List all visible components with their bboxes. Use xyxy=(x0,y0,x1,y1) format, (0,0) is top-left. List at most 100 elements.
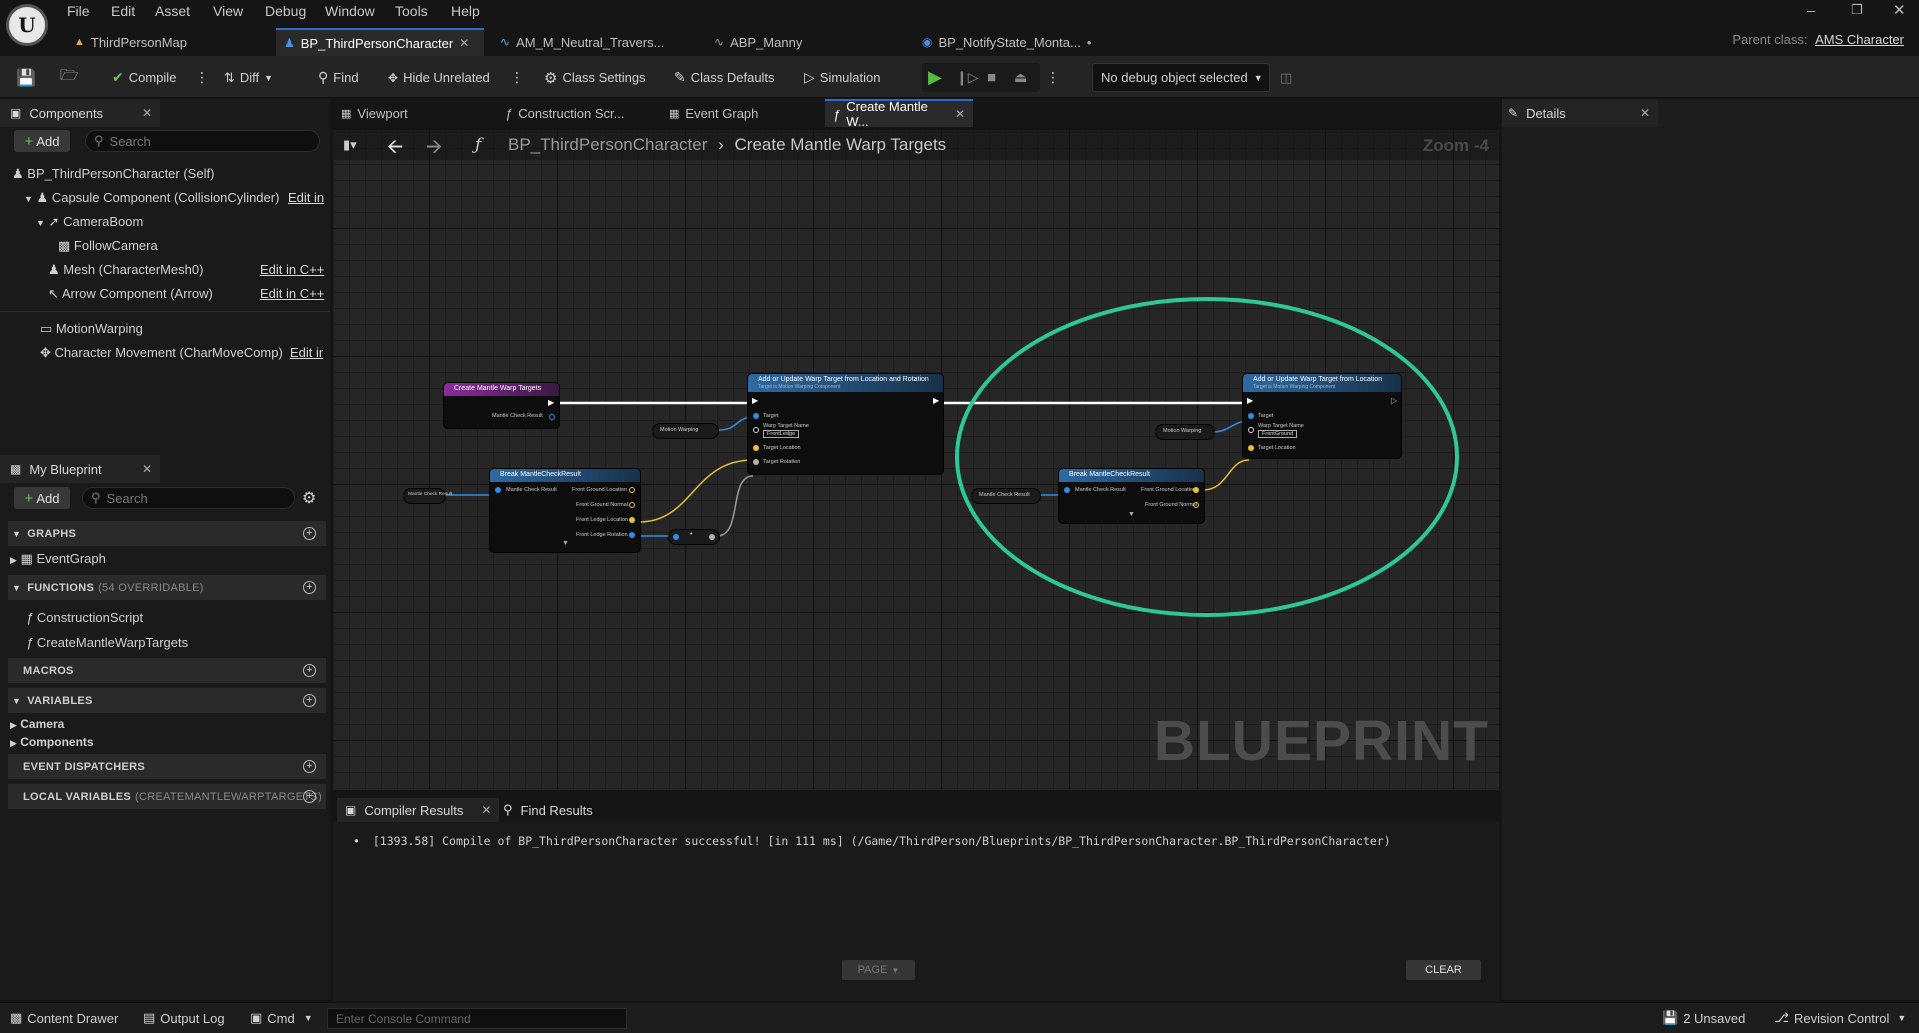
step-button[interactable]: ❙▷ xyxy=(956,65,979,90)
struct-pin[interactable] xyxy=(549,414,555,420)
add-warp-target-location-rotation-node[interactable]: Add or Update Warp Target from Location … xyxy=(748,374,943,474)
struct-in-pin[interactable] xyxy=(1064,487,1070,493)
browse-button[interactable]: 🗁 xyxy=(60,65,79,90)
mantle-check-getter[interactable]: Mantle Check Result xyxy=(972,489,1040,503)
parent-class-link[interactable]: AMS Character xyxy=(1815,32,1904,47)
find-button[interactable]: ⚲ Find xyxy=(318,65,359,90)
unreal-logo[interactable]: U xyxy=(6,4,48,46)
menu-window[interactable]: Window xyxy=(325,3,375,19)
motion-warping-getter[interactable]: Motion Warping xyxy=(1156,425,1214,439)
component-arrow[interactable]: ↖ Arrow Component (Arrow) Edit in C++ xyxy=(48,286,324,302)
diff-button[interactable]: ⇅ Diff ▼ xyxy=(224,65,273,90)
hide-unrelated-button[interactable]: ✥ Hide Unrelated xyxy=(388,65,490,90)
menu-asset[interactable]: Asset xyxy=(155,3,190,19)
my-blueprint-tab[interactable]: ▩ My Blueprint ✕ xyxy=(0,455,160,483)
play-options-icon[interactable]: ⋮ xyxy=(1046,65,1060,90)
component-charmove[interactable]: ✥ Character Movement (CharMoveComp) Edit … xyxy=(40,345,323,361)
function-entry-node[interactable]: Create Mantle Warp Targets Mantle Check … xyxy=(444,383,559,428)
component-capsule[interactable]: ▼ ♟ Capsule Component (CollisionCylinder… xyxy=(24,190,324,206)
eject-button[interactable]: ⏏ xyxy=(1014,65,1027,90)
target-location-pin[interactable] xyxy=(753,445,759,451)
simulation-button[interactable]: ▷ Simulation xyxy=(804,65,880,90)
cmd-dropdown[interactable]: ▣ Cmd ▼ xyxy=(250,1010,313,1026)
tab-am-m-neutral[interactable]: ∿ AM_M_Neutral_Travers... xyxy=(492,28,672,56)
close-details-icon[interactable]: ✕ xyxy=(1640,106,1650,120)
add-variable-icon[interactable]: + xyxy=(303,694,316,707)
class-defaults-button[interactable]: ✎ Class Defaults xyxy=(674,65,775,90)
target-location-pin[interactable] xyxy=(1248,445,1254,451)
output-log-button[interactable]: ▤ Output Log xyxy=(143,1010,225,1026)
component-mesh[interactable]: ♟ Mesh (CharacterMesh0) Edit in C++ xyxy=(48,262,324,278)
exec-in-pin[interactable]: ▶ xyxy=(752,396,758,405)
console-command-input[interactable]: Enter Console Command xyxy=(327,1008,627,1029)
class-settings-button[interactable]: ⚙ Class Settings xyxy=(544,65,646,90)
conversion-in-pin[interactable] xyxy=(673,534,679,540)
clear-button[interactable]: CLEAR xyxy=(1406,960,1481,980)
tab-thirdpersonmap[interactable]: ▲ ThirdPersonMap xyxy=(66,28,195,56)
exec-out-pin[interactable]: ▷ xyxy=(1391,396,1397,405)
add-graph-icon[interactable]: + xyxy=(303,527,316,540)
exec-in-pin[interactable]: ▶ xyxy=(1247,396,1253,405)
add-component-button[interactable]: + Add xyxy=(14,130,70,152)
section-local-variables[interactable]: LOCAL VARIABLES (CREATEMANTLEWARPTARGETS)… xyxy=(8,784,326,809)
save-button[interactable]: 💾 xyxy=(16,65,36,90)
tab-abp-manny[interactable]: ∿ ABP_Manny xyxy=(706,28,810,56)
break-mantle-check-node[interactable]: Break MantleCheckResult Mantle Check Res… xyxy=(490,469,640,552)
exec-pin[interactable]: ▶ xyxy=(548,398,554,407)
close-tab-icon[interactable]: ✕ xyxy=(955,107,965,121)
edit-in-cpp-link[interactable]: Edit in C++ xyxy=(260,286,324,301)
component-followcamera[interactable]: ▩ FollowCamera xyxy=(58,238,158,254)
content-drawer-button[interactable]: ▩ Content Drawer xyxy=(10,1010,118,1026)
function-constructionscript[interactable]: ƒ ConstructionScript xyxy=(26,610,143,625)
add-warp-target-location-node[interactable]: Add or Update Warp Target from Location … xyxy=(1243,374,1401,458)
edit-in-cpp-link[interactable]: Edit in C++ xyxy=(260,262,324,277)
restore-icon[interactable]: ❐ xyxy=(1851,2,1863,18)
compile-options-icon[interactable]: ⋮ xyxy=(195,65,209,90)
exec-out-pin[interactable]: ▶ xyxy=(933,396,939,405)
edit-in-link[interactable]: Edit in xyxy=(288,190,324,205)
menu-view[interactable]: View xyxy=(213,3,243,19)
rotator-conversion-node[interactable]: • xyxy=(669,530,719,544)
details-tab[interactable]: ✎ Details ✕ xyxy=(1502,99,1658,127)
menu-help[interactable]: Help xyxy=(451,3,480,19)
add-macro-icon[interactable]: + xyxy=(303,664,316,677)
graph-eventgraph[interactable]: ▶ ▦ EventGraph xyxy=(10,551,106,567)
mantle-check-getter[interactable]: Mantle Check Result xyxy=(404,489,452,503)
component-motionwarping[interactable]: ▭ MotionWarping xyxy=(40,321,143,337)
front-ground-location-pin[interactable] xyxy=(629,487,635,493)
warp-name-pin[interactable] xyxy=(1248,427,1254,433)
debug-filter-icon[interactable]: ◫ xyxy=(1280,65,1292,90)
tab-compiler-results[interactable]: ▣ Compiler Results ✕ xyxy=(337,798,500,822)
warp-name-value[interactable]: FrontGround xyxy=(1258,430,1298,438)
edit-in-link[interactable]: Edit ir xyxy=(290,345,323,360)
section-variables[interactable]: ▼ VARIABLES + xyxy=(8,688,326,713)
tab-viewport[interactable]: ▦ Viewport xyxy=(333,99,493,127)
warp-name-pin[interactable] xyxy=(753,427,759,433)
conversion-out-pin[interactable] xyxy=(709,534,715,540)
front-ledge-location-pin[interactable] xyxy=(629,517,635,523)
components-tab[interactable]: ▣ Components ✕ xyxy=(0,99,160,127)
motion-warping-getter[interactable]: Motion Warping xyxy=(653,424,718,438)
variable-category-components[interactable]: ▶ Components xyxy=(10,735,94,749)
front-ground-normal-pin[interactable] xyxy=(629,502,635,508)
add-local-variable-icon[interactable]: + xyxy=(303,790,316,803)
target-pin[interactable] xyxy=(1248,413,1254,419)
settings-gear-icon[interactable]: ⚙ xyxy=(302,488,316,508)
component-cameraboom[interactable]: ▼ ➚ CameraBoom xyxy=(36,214,143,230)
close-tab-icon[interactable]: ✕ xyxy=(481,803,491,817)
warp-name-value[interactable]: FrontLedge xyxy=(763,430,800,438)
front-ground-normal-pin[interactable] xyxy=(1193,502,1199,508)
variable-category-camera[interactable]: ▶ Camera xyxy=(10,717,64,731)
close-tab-icon[interactable]: ✕ xyxy=(459,36,469,50)
front-ground-location-pin[interactable] xyxy=(1193,487,1199,493)
struct-in-pin[interactable] xyxy=(495,487,501,493)
break-mantle-check-node[interactable]: Break MantleCheckResult Mantle Check Res… xyxy=(1059,469,1204,523)
collapse-chevron-icon[interactable]: ▼ xyxy=(562,540,569,547)
my-blueprint-search-input[interactable]: ⚲ Search xyxy=(82,487,295,509)
add-function-icon[interactable]: + xyxy=(303,581,316,594)
close-window-icon[interactable]: ✕ xyxy=(1893,1,1906,19)
tab-create-mantle[interactable]: ƒ Create Mantle W... ✕ xyxy=(825,99,973,129)
close-my-blueprint-icon[interactable]: ✕ xyxy=(142,462,152,476)
section-functions[interactable]: ▼ FUNCTIONS (54 OVERRIDABLE) + xyxy=(8,575,326,600)
front-ledge-rotation-pin[interactable] xyxy=(629,532,635,538)
